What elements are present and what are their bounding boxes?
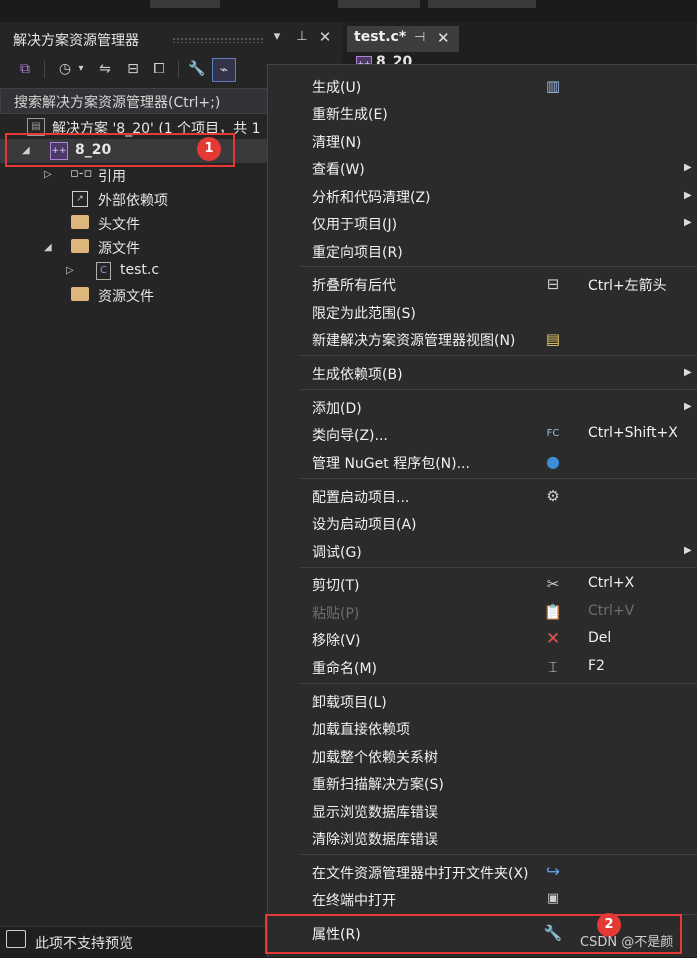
submenu-arrow-icon: ▶	[684, 190, 692, 201]
menu-label: 生成依赖项(B)	[312, 367, 403, 383]
menu-label: 管理 NuGet 程序包(N)...	[312, 456, 470, 472]
menu-label: 仅用于项目(J)	[312, 217, 398, 233]
menu-label: 卸载项目(L)	[312, 695, 387, 711]
menu-separator	[300, 567, 697, 568]
menu-label: 在文件资源管理器中打开文件夹(X)	[312, 866, 529, 882]
open-folder-arrow-icon: ↪	[545, 862, 561, 882]
menu-label: 配置启动项目...	[312, 490, 410, 506]
menu-shortcut: Ctrl+左箭头	[588, 278, 667, 294]
test-c-label: test.c	[120, 262, 160, 278]
menu-label: 重命名(M)	[312, 661, 378, 677]
menu-label: 设为启动项目(A)	[312, 517, 417, 533]
external-deps-label: 外部依赖项	[98, 193, 168, 209]
clipboard-icon: 📋	[543, 603, 563, 621]
external-deps-icon: ↗	[72, 191, 88, 207]
build-icon: ▥	[545, 77, 561, 95]
folder-icon	[71, 215, 89, 229]
menu-label: 粘贴(P)	[312, 606, 360, 622]
show-all-files-icon[interactable]: ⧠	[148, 58, 170, 80]
menu-label: 重新生成(E)	[312, 107, 388, 123]
menu-label: 新建解决方案资源管理器视图(N)	[312, 333, 516, 349]
search-placeholder: 搜索解决方案资源管理器(Ctrl+;)	[14, 95, 221, 111]
panel-grip[interactable]	[172, 37, 264, 43]
preview-selected-icon[interactable]: ⌁	[212, 58, 236, 82]
submenu-arrow-icon: ▶	[684, 162, 692, 173]
references-icon: ▫-▫	[70, 166, 93, 181]
submenu-arrow-icon: ▶	[684, 367, 692, 378]
close-icon[interactable]: ✕	[316, 28, 334, 46]
gear-icon: ⚙	[546, 487, 560, 505]
c-file-icon: C	[96, 262, 111, 280]
expanded-arrow-icon[interactable]: ◢	[44, 242, 52, 253]
history-icon[interactable]: ◷	[54, 58, 76, 80]
submenu-arrow-icon: ▶	[684, 545, 692, 556]
menu-label: 移除(V)	[312, 633, 361, 649]
menu-shortcut: Ctrl+X	[588, 575, 635, 591]
folder-icon	[71, 287, 89, 301]
scissors-icon: ✂	[546, 575, 560, 593]
menu-label: 显示浏览数据库错误	[312, 805, 438, 821]
menu-label: 分析和代码清理(Z)	[312, 190, 431, 206]
close-icon[interactable]: ✕	[437, 29, 450, 47]
class-wizard-icon: FC	[546, 428, 560, 439]
menu-separator	[300, 266, 697, 267]
references-label: 引用	[98, 169, 126, 185]
menu-label: 在终端中打开	[312, 893, 396, 909]
menu-shortcut: Del	[588, 630, 612, 646]
menu-shortcut: Ctrl+V	[588, 603, 635, 619]
wrench-icon[interactable]: 🔧	[186, 58, 208, 80]
submenu-arrow-icon: ▶	[684, 401, 692, 412]
menu-shortcut: Ctrl+Shift+X	[588, 425, 678, 441]
menu-separator	[300, 854, 697, 855]
terminal-icon: ▣	[546, 891, 560, 906]
new-view-icon: ▤	[545, 330, 561, 348]
menu-label: 限定为此范围(S)	[312, 306, 416, 322]
annotation-badge-1: 1	[197, 137, 221, 161]
menu-label: 折叠所有后代	[312, 278, 396, 294]
speech-bubble-icon	[6, 930, 26, 948]
menu-label: 重定向项目(R)	[312, 245, 403, 261]
collapse-icon: ⊟	[546, 275, 560, 293]
menu-label: 生成(U)	[312, 80, 362, 96]
menu-separator	[300, 389, 697, 390]
folder-icon	[71, 239, 89, 253]
solution-explorer-title: 解决方案资源管理器	[13, 33, 139, 49]
menu-label: 加载整个依赖关系树	[312, 750, 438, 766]
collapsed-arrow-icon[interactable]: ▷	[44, 169, 52, 180]
pin-icon[interactable]: ⊥	[293, 28, 311, 46]
sync-icon[interactable]: ⇋	[94, 58, 116, 80]
menu-label: 重新扫描解决方案(S)	[312, 777, 444, 793]
remove-x-icon: ✕	[545, 629, 561, 649]
tab-label: test.c*	[354, 29, 407, 45]
source-files-label: 源文件	[98, 241, 140, 257]
menu-label: 清理(N)	[312, 135, 362, 151]
menu-label: 加载直接依赖项	[312, 722, 410, 738]
dropdown-icon[interactable]: ▾	[268, 28, 286, 46]
menu-separator	[300, 355, 697, 356]
menu-label: 清除浏览数据库错误	[312, 832, 438, 848]
menu-label: 类向导(Z)...	[312, 428, 388, 444]
rename-icon: ⌶	[548, 658, 558, 676]
menu-separator	[300, 478, 697, 479]
header-files-label: 头文件	[98, 217, 140, 233]
menu-separator	[300, 683, 697, 684]
menu-label: 调试(G)	[312, 545, 362, 561]
vs-switch-view-icon[interactable]: ⧉	[14, 58, 36, 80]
chevron-down-icon[interactable]: ▾	[74, 58, 88, 80]
menu-label: 查看(W)	[312, 162, 365, 178]
menu-label: 添加(D)	[312, 401, 362, 417]
watermark: CSDN @不是颜	[580, 935, 674, 950]
menu-shortcut: F2	[588, 658, 605, 674]
title-strip	[0, 0, 697, 23]
resource-files-label: 资源文件	[98, 289, 154, 305]
collapsed-arrow-icon[interactable]: ▷	[66, 265, 74, 276]
submenu-arrow-icon: ▶	[684, 217, 692, 228]
status-text: 此项不支持预览	[35, 936, 133, 952]
menu-label: 剪切(T)	[312, 578, 360, 594]
nuget-icon: ●	[546, 452, 560, 471]
collapse-all-icon[interactable]: ⊟	[122, 58, 144, 80]
pin-icon[interactable]: ⊣	[414, 30, 425, 45]
